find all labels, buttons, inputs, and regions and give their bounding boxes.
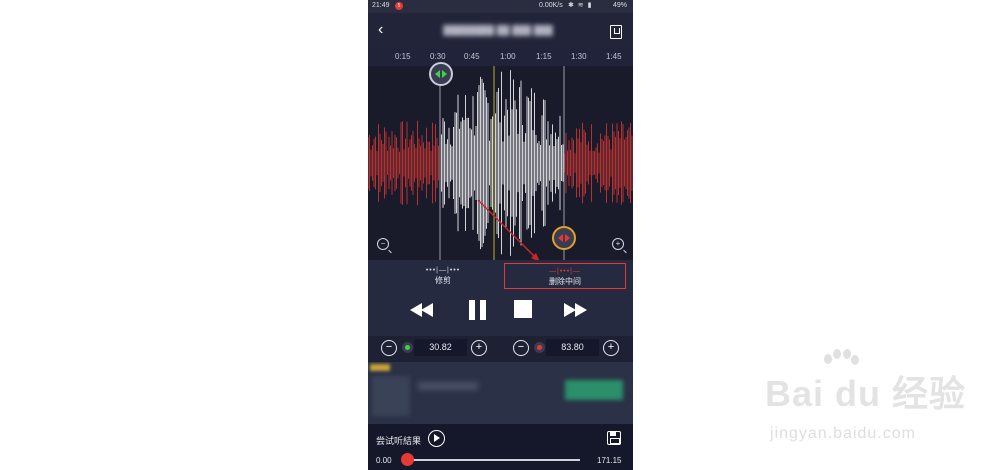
end-marker-handle[interactable] xyxy=(552,226,576,250)
battery-level: 49% xyxy=(613,2,628,9)
zoom-in-icon[interactable]: + xyxy=(612,238,624,250)
end-marker-dot-icon xyxy=(534,342,545,353)
save-icon[interactable] xyxy=(607,431,621,445)
waveform xyxy=(368,66,633,263)
delete-middle-symbol: —|•••|— xyxy=(549,268,581,275)
top-bar: ‹ ████████ ██ ███ ███ xyxy=(368,13,633,48)
watermark-site: jingyan.baidu.com xyxy=(770,425,916,442)
end-time-value[interactable]: 83.80 xyxy=(546,339,599,356)
status-bar: 21:49 5 0.00K/s ✱ ≋ ▮ 49% xyxy=(368,0,633,13)
watermark-logo: Bai du 经验 xyxy=(765,373,967,414)
rewind-icon[interactable] xyxy=(410,300,436,320)
timeline-tick: 1:45 xyxy=(606,52,622,61)
ad-tag xyxy=(370,364,390,371)
phone-screen: 21:49 5 0.00K/s ✱ ≋ ▮ 49% ‹ ████████ ██ … xyxy=(368,0,633,470)
mode-selector: •••|—|••• 修剪 —|•••|— 删除中间 xyxy=(368,260,633,292)
network-speed: 0.00K/s xyxy=(539,2,563,9)
end-minus-button[interactable]: − xyxy=(513,340,529,356)
start-marker-handle[interactable] xyxy=(429,62,453,86)
back-icon[interactable]: ‹ xyxy=(378,22,383,38)
preview-current-time: 0.00 xyxy=(376,456,392,465)
start-time-value[interactable]: 30.82 xyxy=(414,339,467,356)
waveform-area[interactable]: − + xyxy=(368,66,633,263)
preview-seek-track[interactable] xyxy=(408,459,580,461)
transport-controls xyxy=(368,292,633,336)
timeline-tick: 1:30 xyxy=(571,52,587,61)
trim-mode-label: 修剪 xyxy=(435,276,451,285)
ad-image xyxy=(372,376,410,416)
timeline-tick: 0:15 xyxy=(395,52,411,61)
delete-middle-label: 删除中间 xyxy=(549,277,581,286)
ad-button[interactable] xyxy=(565,380,623,400)
timeline-ruler: 0:15 0:30 0:45 1:00 1:15 1:30 1:45 xyxy=(368,48,633,66)
start-marker-dot-icon xyxy=(402,342,413,353)
annotation-arrow xyxy=(477,199,541,263)
save-as-icon[interactable] xyxy=(610,25,622,39)
preview-seek-thumb[interactable] xyxy=(401,453,414,466)
status-time: 21:49 xyxy=(372,2,390,9)
pause-icon[interactable] xyxy=(466,300,492,320)
time-steppers: − 30.82 + − 83.80 + xyxy=(368,336,633,362)
fast-forward-icon[interactable] xyxy=(564,300,590,320)
delete-middle-mode-button[interactable]: —|•••|— 删除中间 xyxy=(504,263,626,289)
zoom-out-icon[interactable]: − xyxy=(377,238,389,250)
file-name: ████████ ██ ███ ███ xyxy=(443,25,553,35)
trim-mode-symbol: •••|—|••• xyxy=(425,267,461,274)
play-icon[interactable] xyxy=(428,430,445,447)
notification-badge: 5 xyxy=(395,2,403,10)
timeline-tick: 0:30 xyxy=(430,52,446,61)
stop-icon[interactable] xyxy=(512,300,538,320)
end-plus-button[interactable]: + xyxy=(603,340,619,356)
timeline-tick: 1:15 xyxy=(536,52,552,61)
system-icons: ✱ ≋ ▮ xyxy=(568,2,593,9)
preview-total-time: 171.15 xyxy=(597,456,622,465)
blurred-ad-banner[interactable] xyxy=(368,362,633,424)
ad-text xyxy=(418,382,478,390)
start-minus-button[interactable]: − xyxy=(381,340,397,356)
baidu-jingyan-watermark: Bai du 经验 jingyan.baidu.com xyxy=(765,349,985,455)
preview-label: 尝试听結果 xyxy=(376,436,422,446)
timeline-tick: 0:45 xyxy=(464,52,480,61)
preview-bar: 尝试听結果 0.00 171.15 xyxy=(368,424,633,470)
trim-mode-button[interactable]: •••|—|••• 修剪 xyxy=(383,263,503,287)
timeline-tick: 1:00 xyxy=(500,52,516,61)
start-plus-button[interactable]: + xyxy=(471,340,487,356)
